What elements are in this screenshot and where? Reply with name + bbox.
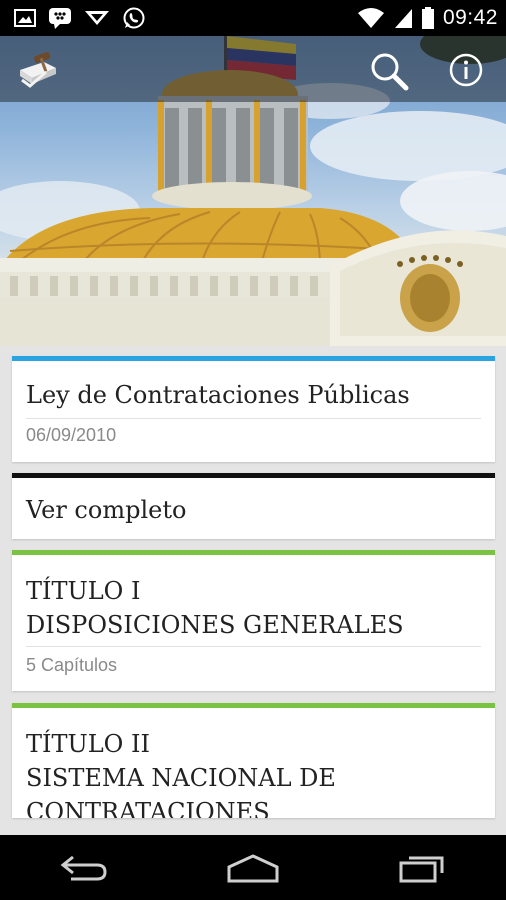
- toolbar: [0, 36, 506, 102]
- title-section-card[interactable]: TÍTULO I DISPOSICIONES GENERALES 5 Capít…: [12, 550, 495, 691]
- title-section-card[interactable]: TÍTULO II SISTEMA NACIONAL DE CONTRATACI…: [12, 703, 495, 818]
- divider: [26, 646, 481, 647]
- accent-bar: [12, 703, 495, 708]
- wifi-icon: [357, 8, 384, 28]
- gavel-document-logo-icon[interactable]: [16, 50, 62, 88]
- section-name: DISPOSICIONES GENERALES: [26, 611, 404, 639]
- clock: 09:42: [442, 6, 498, 29]
- download-icon: [85, 11, 109, 25]
- header-image: [0, 36, 506, 346]
- home-icon: [227, 853, 279, 882]
- signal-icon: [394, 9, 412, 28]
- info-icon[interactable]: [448, 52, 484, 88]
- accent-bar: [12, 550, 495, 555]
- bbm-icon: [49, 8, 71, 29]
- recents-button[interactable]: [387, 848, 457, 888]
- section-number: TÍTULO II: [26, 730, 150, 758]
- status-bar: 09:42: [0, 0, 506, 36]
- navigation-bar: [0, 835, 506, 900]
- law-date: 06/09/2010: [26, 425, 117, 445]
- accent-bar: [12, 356, 495, 361]
- back-button[interactable]: [49, 848, 119, 888]
- home-button[interactable]: [218, 848, 288, 888]
- notification-icons: [14, 6, 146, 30]
- view-full-card[interactable]: Ver completo: [12, 473, 495, 539]
- accent-bar: [12, 473, 495, 478]
- system-icons: 09:42: [357, 6, 498, 30]
- section-name-continued: CONTRATACIONES: [26, 798, 270, 818]
- whatsapp-icon: [123, 7, 145, 29]
- law-header-card[interactable]: Ley de Contrataciones Públicas 06/09/201…: [12, 356, 495, 462]
- divider: [26, 418, 481, 419]
- section-number: TÍTULO I: [26, 577, 141, 605]
- recents-icon: [399, 856, 444, 882]
- back-icon: [60, 855, 107, 880]
- image-icon: [14, 9, 36, 27]
- law-title: Ley de Contrataciones Públicas: [26, 381, 410, 409]
- battery-icon: [421, 7, 434, 29]
- view-full-label: Ver completo: [26, 496, 187, 524]
- search-icon[interactable]: [368, 50, 410, 92]
- chapter-count: 5 Capítulos: [26, 655, 118, 675]
- section-name: SISTEMA NACIONAL DE: [26, 764, 336, 792]
